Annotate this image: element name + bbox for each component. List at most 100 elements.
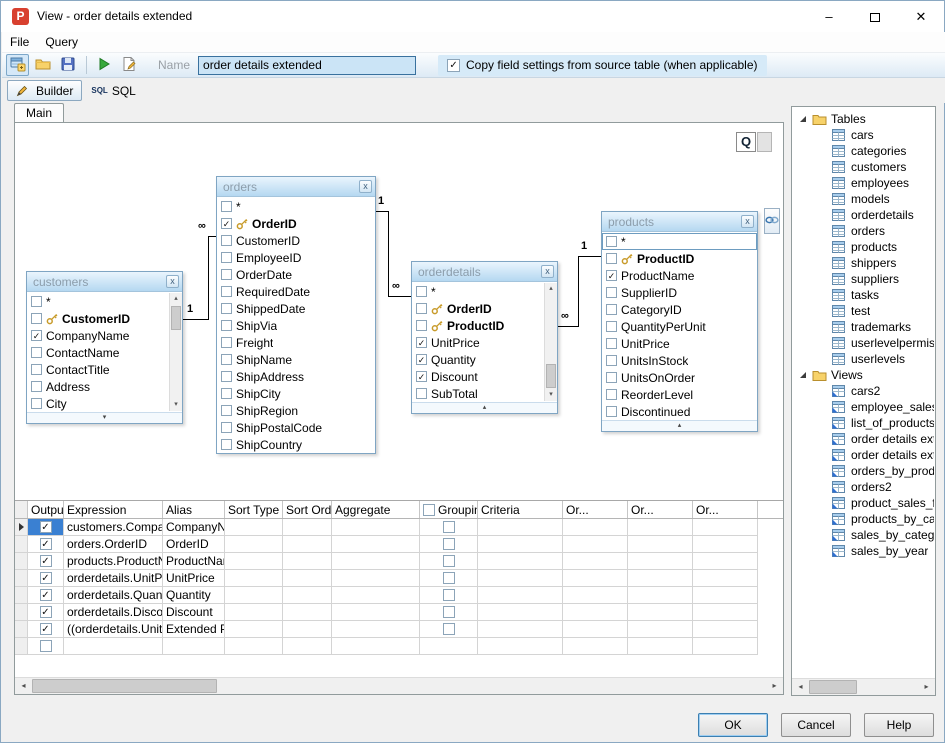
field-checkbox[interactable] [31, 364, 42, 375]
cell-aggregate[interactable] [332, 570, 420, 587]
run-button[interactable] [92, 54, 115, 76]
grid-header-or1[interactable]: Or... [563, 501, 628, 518]
help-button[interactable]: Help [864, 713, 934, 737]
field-checkbox[interactable] [221, 320, 232, 331]
cell-grouping[interactable] [420, 536, 478, 553]
field-checkbox[interactable] [221, 303, 232, 314]
cell-grouping[interactable] [420, 604, 478, 621]
field-row-productid[interactable]: ProductID [602, 250, 757, 267]
output-checkbox[interactable]: ✓ [40, 538, 52, 550]
field-checkbox[interactable] [606, 287, 617, 298]
cell-grouping[interactable] [420, 621, 478, 638]
grouping-checkbox[interactable] [443, 538, 455, 550]
cell-expression[interactable]: products.ProductNam [64, 553, 163, 570]
cell-aggregate[interactable] [332, 621, 420, 638]
cell-sort_type[interactable] [225, 638, 283, 655]
field-checkbox[interactable] [606, 355, 617, 366]
tree-item-customers[interactable]: customers [793, 159, 934, 175]
expand-caret-icon[interactable] [800, 116, 806, 122]
field-row-supplierid[interactable]: SupplierID [602, 284, 757, 301]
field-checkbox[interactable] [606, 372, 617, 383]
grid-header-aggregate[interactable]: Aggregate [332, 501, 420, 518]
cell-criteria[interactable] [478, 621, 563, 638]
cell-or3[interactable] [693, 553, 758, 570]
table-scrollbar[interactable]: ▴▾ [169, 293, 182, 411]
tree-item-order-details-ext[interactable]: order details ext [793, 447, 934, 463]
field-checkbox[interactable] [606, 253, 617, 264]
save-button[interactable] [56, 54, 79, 76]
field-row-discontinued[interactable]: Discontinued [602, 403, 757, 420]
grouping-checkbox[interactable] [443, 572, 455, 584]
tree-item-suppliers[interactable]: suppliers [793, 271, 934, 287]
field-checkbox[interactable]: ✓ [416, 337, 427, 348]
field-row-quantity[interactable]: ✓Quantity [412, 351, 544, 368]
cell-alias[interactable]: CompanyNa [163, 519, 225, 536]
grouping-checkbox[interactable] [443, 623, 455, 635]
tree-section-views[interactable]: Views [793, 367, 934, 383]
tab-main[interactable]: Main [14, 103, 64, 122]
grid-header-expression[interactable]: Expression [64, 501, 163, 518]
zoom-button[interactable]: Q [736, 132, 756, 152]
grid-header-grouping[interactable]: Grouping [420, 501, 478, 518]
cell-aggregate[interactable] [332, 587, 420, 604]
field-checkbox[interactable] [221, 354, 232, 365]
grouping-checkbox[interactable] [443, 606, 455, 618]
cell-or1[interactable] [563, 587, 628, 604]
field-row-productname[interactable]: ✓ProductName [602, 267, 757, 284]
tree-item-sales-by-year[interactable]: sales_by_year [793, 543, 934, 559]
cell-criteria[interactable] [478, 638, 563, 655]
field-checkbox[interactable] [31, 313, 42, 324]
cell-sort_type[interactable] [225, 621, 283, 638]
cell-expression[interactable] [64, 638, 163, 655]
cell-expression[interactable]: ((orderdetails.UnitPr [64, 621, 163, 638]
cell-aggregate[interactable] [332, 553, 420, 570]
field-checkbox[interactable] [221, 269, 232, 280]
output-checkbox[interactable]: ✓ [40, 521, 52, 533]
cell-or3[interactable] [693, 604, 758, 621]
tree-item-order-details-ext[interactable]: order details ext [793, 431, 934, 447]
cell-sort_type[interactable] [225, 519, 283, 536]
grouping-checkbox[interactable] [443, 589, 455, 601]
cell-or2[interactable] [628, 587, 693, 604]
field-checkbox[interactable]: ✓ [416, 371, 427, 382]
cell-or2[interactable] [628, 536, 693, 553]
table-header[interactable]: customersx [27, 272, 182, 292]
tree-item-orders2[interactable]: orders2 [793, 479, 934, 495]
field-row-star[interactable]: * [412, 283, 544, 300]
cell-or2[interactable] [628, 570, 693, 587]
cell-output[interactable]: ✓ [28, 536, 64, 553]
scroll-thumb[interactable] [546, 364, 556, 388]
field-checkbox[interactable] [606, 338, 617, 349]
tree-item-orders[interactable]: orders [793, 223, 934, 239]
field-checkbox[interactable] [221, 422, 232, 433]
diagram-table-orderdetails[interactable]: orderdetailsx*OrderIDProductID✓UnitPrice… [411, 261, 558, 414]
cell-grouping[interactable] [420, 587, 478, 604]
field-checkbox[interactable] [221, 388, 232, 399]
field-checkbox[interactable] [31, 381, 42, 392]
scroll-left-icon[interactable]: ◂ [15, 678, 32, 694]
cell-grouping[interactable] [420, 519, 478, 536]
field-row-productid[interactable]: ProductID [412, 317, 544, 334]
field-checkbox[interactable]: ✓ [606, 270, 617, 281]
cell-expression[interactable]: orderdetails.Quantit [64, 587, 163, 604]
cell-output[interactable]: ✓ [28, 604, 64, 621]
builder-tab[interactable]: Builder [7, 80, 82, 101]
cell-sort_order[interactable] [283, 638, 332, 655]
tree-item-employees[interactable]: employees [793, 175, 934, 191]
field-checkbox[interactable] [416, 388, 427, 399]
cell-expression[interactable]: orders.OrderID [64, 536, 163, 553]
cell-or3[interactable] [693, 570, 758, 587]
cell-aggregate[interactable] [332, 638, 420, 655]
cell-sort_type[interactable] [225, 536, 283, 553]
diagram-table-orders[interactable]: ordersx*✓OrderIDCustomerIDEmployeeIDOrde… [216, 176, 376, 454]
cell-criteria[interactable] [478, 536, 563, 553]
scroll-left-icon[interactable]: ◂ [792, 679, 809, 695]
cell-criteria[interactable] [478, 553, 563, 570]
scroll-up-icon[interactable]: ▴ [545, 283, 557, 295]
name-input[interactable] [198, 56, 416, 75]
cell-sort_order[interactable] [283, 570, 332, 587]
field-checkbox[interactable] [416, 286, 427, 297]
grid-header-or3[interactable]: Or... [693, 501, 758, 518]
field-checkbox[interactable] [221, 235, 232, 246]
cell-sort_type[interactable] [225, 587, 283, 604]
